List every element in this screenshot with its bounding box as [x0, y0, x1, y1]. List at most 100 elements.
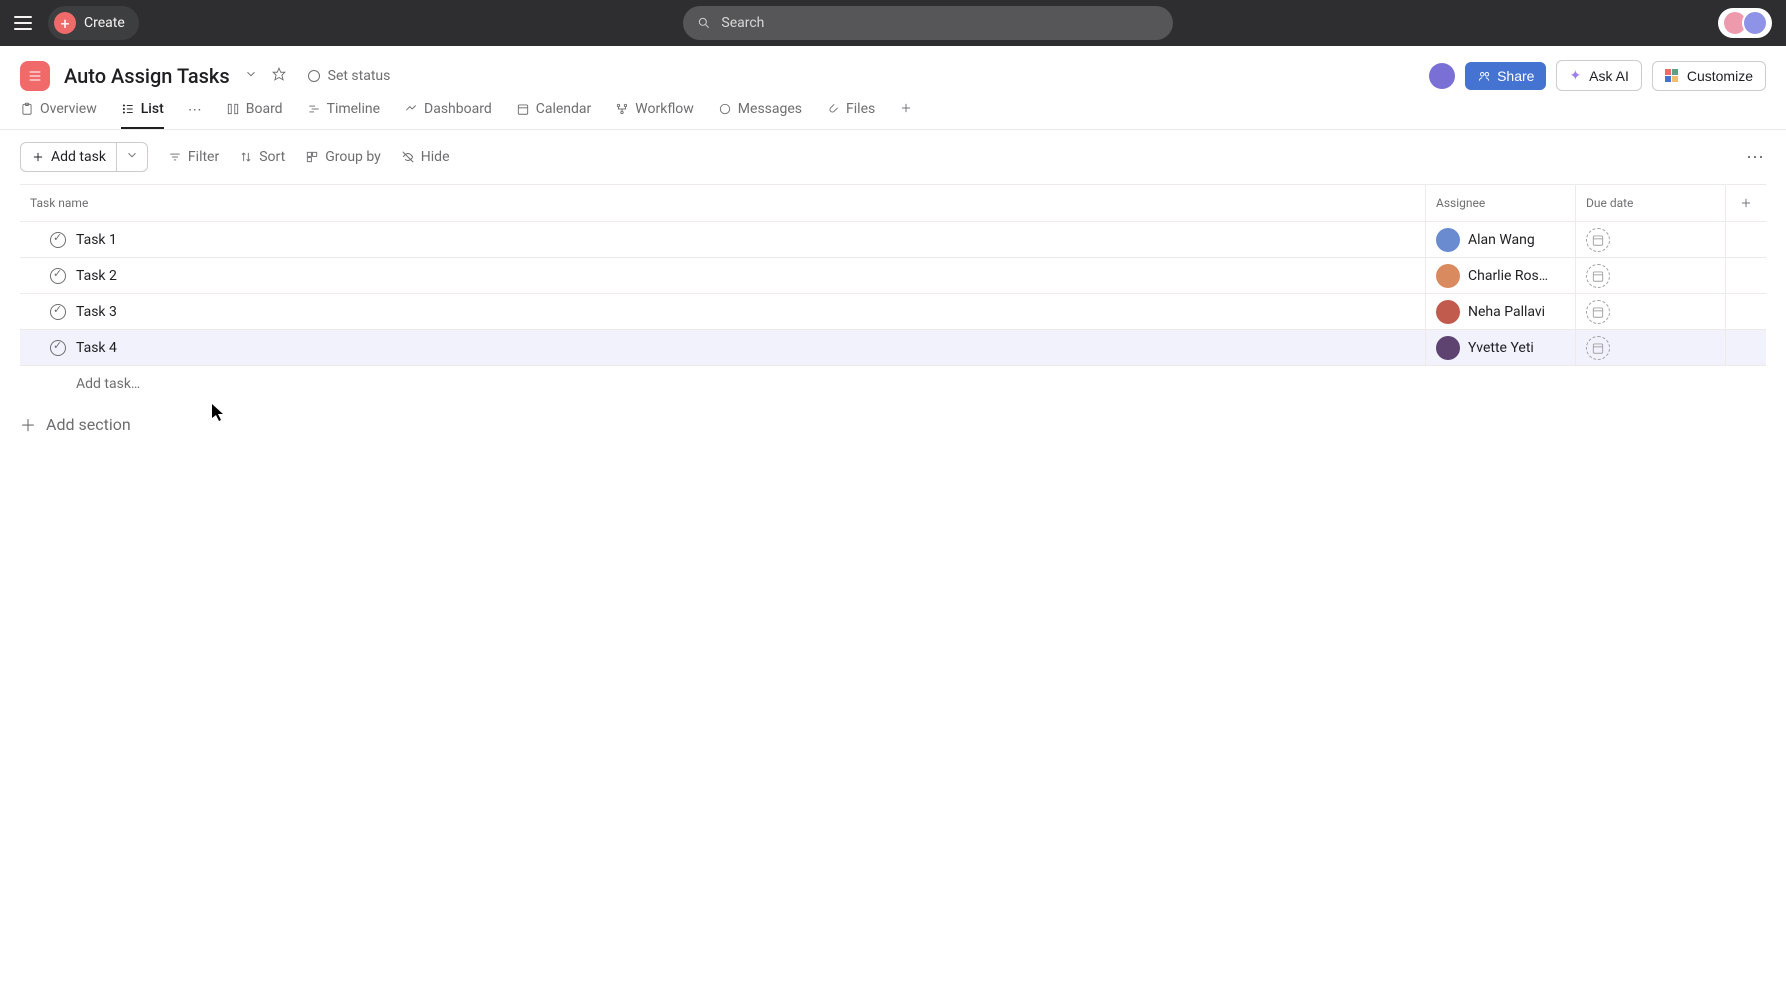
assignee-cell[interactable]: Charlie Ros…	[1426, 258, 1576, 293]
sort-button[interactable]: Sort	[239, 149, 285, 165]
assignee-cell[interactable]: Alan Wang	[1426, 222, 1576, 257]
table-header: Task name Assignee Due date	[20, 184, 1766, 222]
extra-cell	[1726, 222, 1766, 257]
ask-ai-button[interactable]: ✦ Ask AI	[1556, 60, 1641, 91]
assignee-name: Alan Wang	[1468, 232, 1535, 248]
search-input[interactable]: Search	[683, 6, 1173, 40]
tab-label: Overview	[40, 101, 97, 117]
timeline-icon	[307, 102, 321, 116]
filter-label: Filter	[188, 149, 219, 165]
complete-checkbox[interactable]	[50, 304, 66, 320]
more-options-button[interactable]: ⋯	[1746, 147, 1766, 168]
tab-files[interactable]: Files	[826, 101, 875, 129]
tab-label: Timeline	[327, 101, 380, 117]
complete-checkbox[interactable]	[50, 268, 66, 284]
workflow-icon	[615, 102, 629, 116]
assignee-name: Neha Pallavi	[1468, 304, 1545, 320]
due-date-cell[interactable]	[1576, 294, 1726, 329]
status-circle-icon	[308, 70, 320, 82]
tab-label: Messages	[738, 101, 802, 117]
avatar-icon	[1436, 300, 1460, 324]
assignee-cell[interactable]: Yvette Yeti	[1426, 330, 1576, 365]
add-task-inline[interactable]: Add task…	[20, 366, 1766, 402]
tab-messages[interactable]: Messages	[718, 101, 802, 129]
create-label: Create	[84, 15, 125, 31]
task-name-cell[interactable]: Task 3	[20, 294, 1426, 329]
plus-icon: +	[54, 12, 76, 34]
calendar-icon[interactable]	[1586, 228, 1610, 252]
table-row[interactable]: Task 4Yvette Yeti	[20, 330, 1766, 366]
complete-checkbox[interactable]	[50, 340, 66, 356]
member-avatar[interactable]	[1429, 63, 1455, 89]
calendar-icon[interactable]	[1586, 264, 1610, 288]
table-row[interactable]: Task 2 Charlie Ros…	[20, 258, 1766, 294]
calendar-icon[interactable]	[1586, 300, 1610, 324]
avatar-icon	[1436, 228, 1460, 252]
tab-label: Dashboard	[424, 101, 492, 117]
search-placeholder: Search	[721, 15, 764, 31]
tab-list[interactable]: List	[121, 101, 164, 129]
due-date-cell[interactable]	[1576, 330, 1726, 365]
hide-icon	[401, 150, 415, 164]
complete-checkbox[interactable]	[50, 232, 66, 248]
task-name: Task 2	[76, 268, 117, 284]
toolbar-row: Add task Filter Sort Group by Hide ⋯	[0, 130, 1786, 184]
dashboard-icon	[404, 102, 418, 116]
project-header: Auto Assign Tasks Set status Share ✦ Ask…	[0, 46, 1786, 91]
avatar-icon	[1742, 10, 1768, 36]
col-task-name[interactable]: Task name	[20, 185, 1426, 221]
tab-calendar[interactable]: Calendar	[516, 101, 592, 129]
task-name-cell[interactable]: Task 1	[20, 222, 1426, 257]
plus-icon: ＋	[20, 412, 36, 436]
add-task-dropdown[interactable]	[116, 143, 147, 171]
due-date-cell[interactable]	[1576, 222, 1726, 257]
table-row[interactable]: Task 3 Neha Pallavi	[20, 294, 1766, 330]
customize-label: Customize	[1687, 68, 1753, 84]
calendar-icon	[516, 102, 530, 116]
create-button[interactable]: + Create	[48, 6, 139, 40]
chevron-down-icon[interactable]	[244, 67, 258, 85]
sort-label: Sort	[259, 149, 285, 165]
add-task-inline-label: Add task…	[76, 376, 140, 392]
task-name: Task 1	[76, 232, 117, 248]
board-icon	[226, 102, 240, 116]
task-name-cell[interactable]: Task 4	[20, 330, 1426, 365]
share-button[interactable]: Share	[1465, 62, 1546, 90]
menu-toggle-icon[interactable]	[14, 13, 34, 33]
star-icon[interactable]	[272, 67, 286, 85]
avatar-icon	[1436, 336, 1460, 360]
project-icon[interactable]	[20, 61, 50, 91]
add-column-button[interactable]	[1726, 185, 1766, 221]
tab-label: Calendar	[536, 101, 592, 117]
add-section-button[interactable]: ＋ Add section	[0, 402, 1786, 446]
group-by-button[interactable]: Group by	[305, 149, 381, 165]
customize-button[interactable]: Customize	[1652, 61, 1766, 91]
table-row[interactable]: Task 1 Alan Wang	[20, 222, 1766, 258]
tab-overview[interactable]: Overview	[20, 101, 97, 129]
project-title[interactable]: Auto Assign Tasks	[64, 64, 230, 88]
due-date-cell[interactable]	[1576, 258, 1726, 293]
task-table: Task name Assignee Due date Task 1 Alan W…	[0, 184, 1786, 402]
col-due-date[interactable]: Due date	[1576, 185, 1726, 221]
hide-button[interactable]: Hide	[401, 149, 450, 165]
task-name-cell[interactable]: Task 2	[20, 258, 1426, 293]
tab-options-icon[interactable]: ⋯	[188, 102, 202, 128]
add-task-button[interactable]: Add task	[21, 143, 116, 171]
tab-dashboard[interactable]: Dashboard	[404, 101, 492, 129]
header-buttons: Share ✦ Ask AI Customize	[1429, 60, 1766, 91]
col-assignee[interactable]: Assignee	[1426, 185, 1576, 221]
calendar-icon[interactable]	[1586, 336, 1610, 360]
assignee-cell[interactable]: Neha Pallavi	[1426, 294, 1576, 329]
plus-icon	[1739, 196, 1753, 210]
filter-button[interactable]: Filter	[168, 149, 219, 165]
add-task-label: Add task	[51, 149, 106, 165]
tab-workflow[interactable]: Workflow	[615, 101, 694, 129]
search-wrap: Search	[153, 6, 1704, 40]
tab-board[interactable]: Board	[226, 101, 283, 129]
set-status-button[interactable]: Set status	[300, 64, 399, 88]
tabs-row: Overview List ⋯ Board Timeline Dashboard…	[0, 91, 1786, 130]
user-avatars-pill[interactable]	[1718, 8, 1772, 38]
add-tab-button[interactable]	[899, 101, 913, 129]
group-icon	[305, 150, 319, 164]
tab-timeline[interactable]: Timeline	[307, 101, 380, 129]
